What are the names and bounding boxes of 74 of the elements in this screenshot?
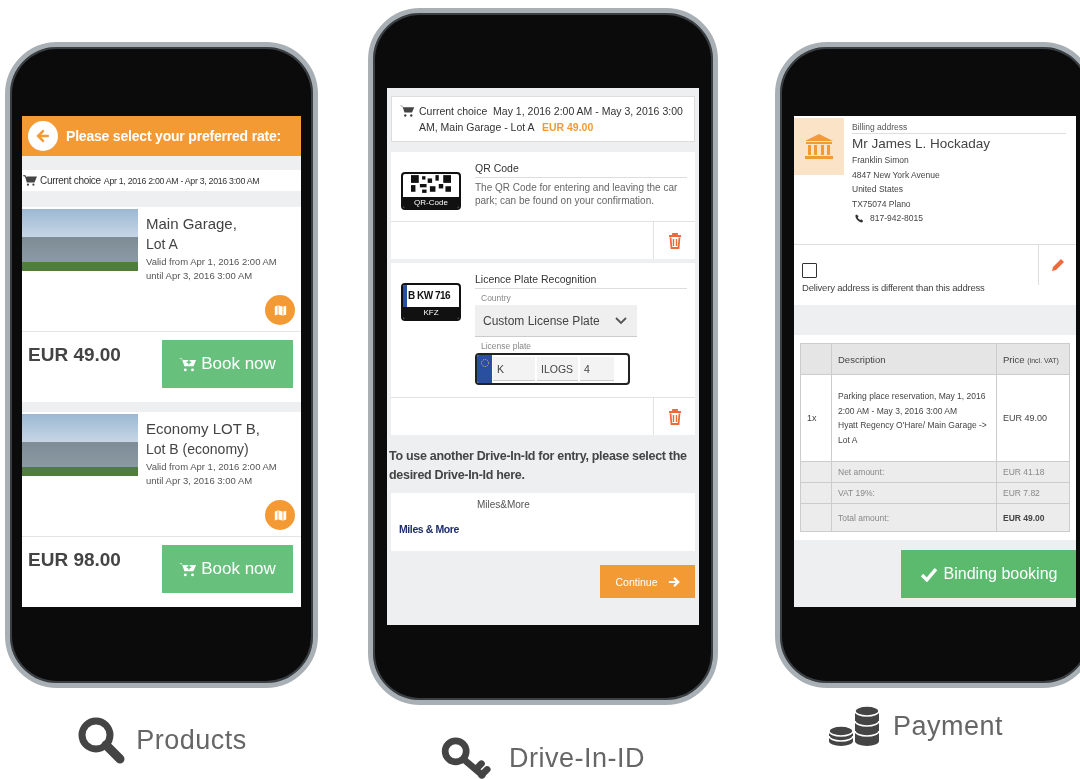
- arrow-right-icon: [667, 575, 680, 588]
- feature-caption: Products: [136, 724, 247, 756]
- current-choice-dates: Apr 1, 2016 2:00 AM - Apr 3, 2016 3:00 AM: [103, 175, 260, 186]
- address-line: United States: [852, 183, 905, 196]
- map-button[interactable]: [265, 500, 295, 530]
- trash-icon: [667, 232, 682, 249]
- phone-icon: [855, 213, 864, 223]
- map-button[interactable]: [265, 295, 295, 325]
- field-label: Country: [481, 293, 512, 303]
- column-header: Price: [1003, 353, 1025, 365]
- address-line: TX75074 Plano: [852, 197, 912, 211]
- book-now-button[interactable]: Book now: [162, 545, 293, 593]
- method-title: Licence Plate Recognition: [475, 273, 687, 289]
- chevron-down-icon: [615, 316, 627, 325]
- column-header: Description: [831, 343, 997, 375]
- method-description: The QR Code for entering and leaving the car park; can be found on your confirmation.: [475, 182, 679, 208]
- customer-name: Mr James L. Hockaday: [852, 136, 992, 151]
- partner-name: Miles&More: [476, 499, 530, 510]
- cart-icon: [400, 105, 415, 117]
- description-text: Parking place reservation, May 1, 2016 2:00 AM - May 3, 2016 3:00 AM: [838, 390, 987, 418]
- offer-title: Main Garage,: [146, 215, 238, 232]
- cart-plus-icon: [179, 561, 198, 577]
- book-now-button[interactable]: Book now: [162, 340, 293, 388]
- validity-text: Valid from Apr 1, 2016 2:00 AM: [146, 460, 277, 474]
- validity-text: until Apr 3, 2016 3:00 AM: [146, 269, 254, 283]
- address-line: 4847 New York Avenue: [852, 168, 941, 182]
- pencil-icon: [1049, 257, 1066, 273]
- page-title: Please select your preferred rate:: [66, 128, 281, 145]
- licence-plate-field[interactable]: K ILOGS 4: [475, 353, 630, 385]
- check-icon: [919, 566, 938, 582]
- summary-value: EUR 49.00: [996, 503, 1070, 532]
- bank-icon: [794, 118, 844, 175]
- map-icon: [273, 508, 287, 522]
- summary-label: Total amount:: [831, 503, 997, 532]
- instruction-text: To use another Drive-In-Id for entry, please select the desired Drive-In-Id here.: [389, 448, 688, 484]
- feature-caption: Drive-In-ID: [509, 742, 645, 774]
- map-icon: [273, 303, 287, 317]
- back-button[interactable]: [28, 121, 58, 152]
- delivery-label: Delivery address is different than this address: [802, 282, 985, 293]
- offer-subtitle: Lot A: [146, 236, 179, 252]
- price-cell: EUR 49.00: [996, 374, 1070, 462]
- continue-button[interactable]: Continue: [600, 565, 695, 598]
- delivery-checkbox[interactable]: [802, 263, 817, 278]
- plate-segment: ILOGS: [537, 357, 578, 381]
- binding-booking-button[interactable]: Binding booking: [901, 550, 1076, 598]
- eu-band-icon: [477, 355, 492, 383]
- validity-text: until Apr 3, 2016 3:00 AM: [146, 474, 254, 488]
- current-choice-text: Current choice May 1, 2016 2:00 AM - May 3, 2016 3:00 AM, Main Garage - Lot A EUR 49.00: [419, 104, 684, 135]
- plate-segment: K: [493, 357, 535, 381]
- address-line: Franklin Simon: [852, 154, 910, 167]
- partner-card[interactable]: Miles & More Miles&More: [391, 493, 695, 551]
- qr-code-label: QR-Code: [403, 197, 459, 208]
- cart-icon: [23, 175, 37, 187]
- partner-logo: Miles & More: [399, 523, 459, 535]
- feature-caption: Payment: [893, 710, 1004, 742]
- billing-label: Billing address: [852, 122, 1066, 134]
- offer-subtitle: Lot B (economy): [146, 441, 250, 457]
- search-icon: [76, 715, 127, 765]
- offer-title: Economy LOT B,: [146, 420, 261, 437]
- description-text: Hyatt Regency O'Hare/ Main Garage -> Lot A: [838, 419, 988, 447]
- country-dropdown[interactable]: Custom License Plate: [475, 305, 637, 337]
- quantity-cell: 1x: [800, 374, 832, 462]
- cart-plus-icon: [179, 356, 198, 372]
- arrow-left-icon: [35, 128, 51, 145]
- phone-number: 817-942-8015: [870, 212, 923, 225]
- price-text: EUR 98.00: [28, 549, 121, 571]
- plate-caption: KFZ: [403, 307, 459, 319]
- price-text: EUR 49.00: [28, 344, 121, 366]
- current-choice-label: Current choice: [40, 175, 101, 187]
- validity-text: Valid from Apr 1, 2016 2:00 AM: [146, 255, 277, 269]
- field-label: License plate: [481, 341, 533, 351]
- trash-icon: [667, 408, 682, 425]
- plate-segment: 4: [580, 357, 614, 381]
- method-title: QR Code: [475, 162, 687, 178]
